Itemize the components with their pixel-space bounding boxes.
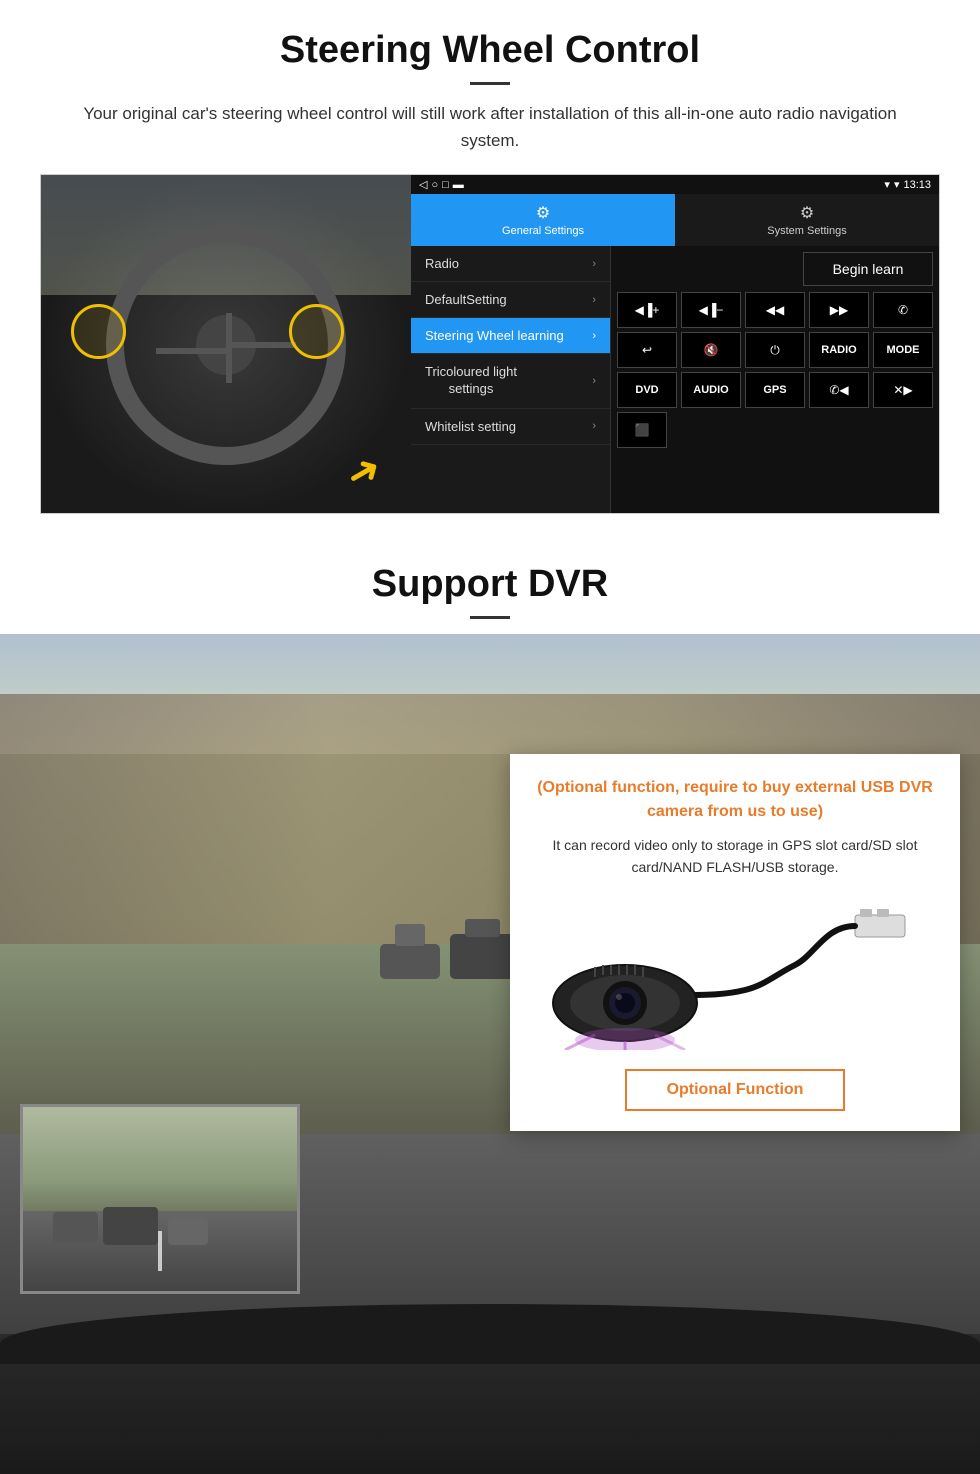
tab-general-settings[interactable]: ⚙ General Settings bbox=[411, 194, 675, 246]
tab-system-settings[interactable]: ⚙ System Settings bbox=[675, 194, 939, 246]
dvr-title: Support DVR bbox=[0, 564, 980, 606]
ctrl-mute[interactable]: 🔇 bbox=[681, 332, 741, 368]
spoke-right bbox=[226, 342, 296, 348]
ctrl-next[interactable]: ▶▶ bbox=[809, 292, 869, 328]
back-nav-icon[interactable]: ◁ bbox=[419, 178, 427, 191]
ctrl-power[interactable]: ⏻ bbox=[745, 332, 805, 368]
controls-grid: ◀▐+ ◀▐− ◀◀ ▶▶ ✆ ↩ 🔇 ⏻ RADIO MODE bbox=[617, 292, 933, 448]
menu-radio-label: Radio bbox=[425, 256, 459, 271]
ctrl-phone[interactable]: ✆ bbox=[873, 292, 933, 328]
ctrl-row-3: DVD AUDIO GPS ✆◀ ✕▶ bbox=[617, 372, 933, 408]
time-display: 13:13 bbox=[903, 179, 931, 191]
dvr-info-card: (Optional function, require to buy exter… bbox=[510, 754, 960, 1131]
ctrl-radio[interactable]: RADIO bbox=[809, 332, 869, 368]
highlight-circle-left bbox=[71, 304, 126, 359]
home-nav-icon[interactable]: ○ bbox=[431, 179, 438, 191]
dvr-title-divider bbox=[470, 616, 510, 619]
system-icon: ⚙ bbox=[800, 203, 814, 223]
dvr-section: Support DVR bbox=[0, 534, 980, 1474]
tab-general-label: General Settings bbox=[502, 225, 584, 237]
begin-learn-row: Begin learn bbox=[617, 252, 933, 286]
ctrl-extra[interactable]: ⬛ bbox=[617, 412, 667, 448]
tab-system-label: System Settings bbox=[767, 225, 846, 237]
menu-right: Begin learn ◀▐+ ◀▐− ◀◀ ▶▶ ✆ ↩ 🔇 bbox=[611, 246, 939, 513]
ctrl-vol-up[interactable]: ◀▐+ bbox=[617, 292, 677, 328]
ctrl-vol-down[interactable]: ◀▐− bbox=[681, 292, 741, 328]
dvr-thumb-inner bbox=[23, 1107, 297, 1291]
menu-tricoloured-label: Tricoloured lightsettings bbox=[425, 364, 517, 398]
steering-panel: ➜ ◁ ○ □ ▬ ▾ ▾ 13:13 ⚙ General Settings bbox=[40, 174, 940, 514]
steering-photo-inner: ➜ bbox=[41, 175, 411, 514]
spoke-down bbox=[226, 313, 232, 383]
ctrl-phone-prev[interactable]: ✆◀ bbox=[809, 372, 869, 408]
dvr-optional-text: (Optional function, require to buy exter… bbox=[534, 776, 936, 824]
optional-function-button[interactable]: Optional Function bbox=[625, 1069, 845, 1111]
thumb-cars bbox=[53, 1197, 253, 1257]
gear-icon: ⚙ bbox=[536, 203, 550, 223]
ctrl-dvd[interactable]: DVD bbox=[617, 372, 677, 408]
menu-left: Radio › DefaultSetting › Steering Wheel … bbox=[411, 246, 611, 513]
dvr-body-text: It can record video only to storage in G… bbox=[534, 834, 936, 879]
arrow-indicator: ➜ bbox=[338, 444, 390, 501]
steering-title: Steering Wheel Control bbox=[40, 30, 940, 72]
ctrl-mode[interactable]: MODE bbox=[873, 332, 933, 368]
chevron-right-icon-4: › bbox=[592, 375, 596, 387]
wifi-icon: ▾ bbox=[894, 178, 900, 191]
steering-photo: ➜ bbox=[41, 175, 411, 514]
dvr-camera-svg bbox=[545, 895, 925, 1050]
ctrl-audio[interactable]: AUDIO bbox=[681, 372, 741, 408]
spoke-left bbox=[156, 348, 226, 354]
menu-steering-label: Steering Wheel learning bbox=[425, 328, 564, 343]
ctrl-gps[interactable]: GPS bbox=[745, 372, 805, 408]
android-menu: Radio › DefaultSetting › Steering Wheel … bbox=[411, 246, 939, 513]
steering-section: Steering Wheel Control Your original car… bbox=[0, 0, 980, 534]
dvr-camera-image bbox=[534, 893, 936, 1053]
menu-whitelist-label: Whitelist setting bbox=[425, 419, 516, 434]
android-ui-panel: ◁ ○ □ ▬ ▾ ▾ 13:13 ⚙ General Settings ⚙ S… bbox=[411, 175, 939, 513]
title-divider bbox=[470, 82, 510, 85]
begin-learn-button[interactable]: Begin learn bbox=[803, 252, 933, 286]
ctrl-row-2: ↩ 🔇 ⏻ RADIO MODE bbox=[617, 332, 933, 368]
signal-icon: ▾ bbox=[884, 178, 890, 191]
menu-item-default[interactable]: DefaultSetting › bbox=[411, 282, 610, 318]
android-tabs: ⚙ General Settings ⚙ System Settings bbox=[411, 194, 939, 246]
menu-default-label: DefaultSetting bbox=[425, 292, 507, 307]
chevron-right-icon-5: › bbox=[592, 420, 596, 432]
menu-nav-icon[interactable]: ▬ bbox=[453, 179, 464, 191]
menu-item-steering-learn[interactable]: Steering Wheel learning › bbox=[411, 318, 610, 354]
steering-subtitle: Your original car's steering wheel contr… bbox=[60, 100, 920, 154]
menu-item-whitelist[interactable]: Whitelist setting › bbox=[411, 409, 610, 445]
menu-item-radio[interactable]: Radio › bbox=[411, 246, 610, 282]
dvr-thumbnail bbox=[20, 1104, 300, 1294]
chevron-right-icon-2: › bbox=[592, 294, 596, 306]
ctrl-prev[interactable]: ◀◀ bbox=[745, 292, 805, 328]
dvr-dashboard bbox=[0, 1334, 980, 1474]
menu-item-tricoloured[interactable]: Tricoloured lightsettings › bbox=[411, 354, 610, 409]
ctrl-row-4: ⬛ bbox=[617, 412, 933, 448]
dvr-photo-area: (Optional function, require to buy exter… bbox=[0, 634, 980, 1334]
chevron-right-icon-3: › bbox=[592, 330, 596, 342]
chevron-right-icon: › bbox=[592, 258, 596, 270]
ctrl-hangup[interactable]: ↩ bbox=[617, 332, 677, 368]
ctrl-row-1: ◀▐+ ◀▐− ◀◀ ▶▶ ✆ bbox=[617, 292, 933, 328]
android-statusbar: ◁ ○ □ ▬ ▾ ▾ 13:13 bbox=[411, 175, 939, 194]
recent-nav-icon[interactable]: □ bbox=[442, 179, 449, 191]
ctrl-phone-next[interactable]: ✕▶ bbox=[873, 372, 933, 408]
